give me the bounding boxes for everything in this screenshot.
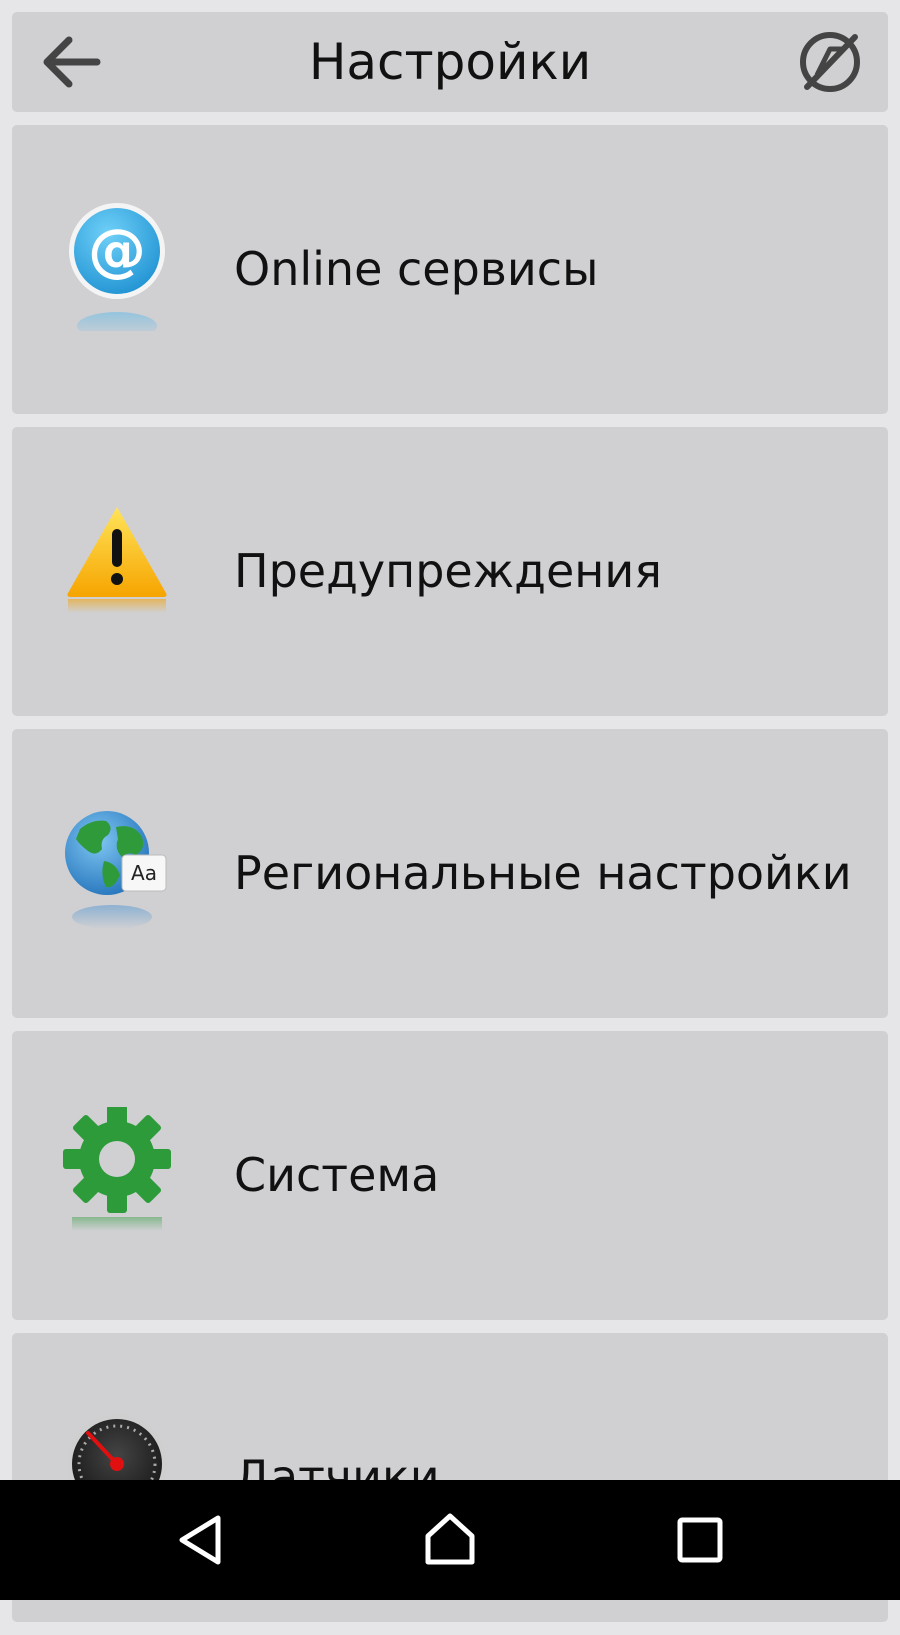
- svg-text:Aa: Aa: [131, 861, 157, 885]
- page-title: Настройки: [308, 33, 592, 91]
- top-bar: Настройки: [12, 12, 888, 112]
- system-navigation-bar: [0, 1480, 900, 1600]
- at-sign-icon: @: [69, 203, 165, 331]
- menu-item-online-services[interactable]: @ Online сервисы: [12, 125, 888, 414]
- nav-recents-button[interactable]: [658, 1498, 742, 1582]
- nav-back-button[interactable]: [158, 1498, 242, 1582]
- back-button[interactable]: [34, 26, 106, 98]
- gear-icon: [63, 1107, 171, 1231]
- menu-item-system[interactable]: Система: [12, 1031, 888, 1320]
- recents-square-icon: [677, 1517, 723, 1563]
- map-off-button[interactable]: [794, 26, 866, 98]
- menu-item-label: Система: [234, 1148, 440, 1202]
- menu-item-label: Online сервисы: [234, 242, 599, 296]
- back-triangle-icon: [179, 1515, 221, 1565]
- settings-list: @ Online сервисы Предупреждения Aa Регио…: [12, 125, 888, 1635]
- home-icon: [425, 1513, 475, 1565]
- svg-text:@: @: [88, 216, 146, 284]
- menu-item-label: Региональные настройки: [234, 846, 852, 900]
- menu-item-warnings[interactable]: Предупреждения: [12, 427, 888, 716]
- menu-item-label: Предупреждения: [234, 544, 662, 598]
- warning-icon: [67, 507, 167, 613]
- map-off-icon: [800, 32, 860, 92]
- menu-item-regional-settings[interactable]: Aa Региональные настройки: [12, 729, 888, 1018]
- arrow-left-icon: [43, 36, 101, 88]
- globe-language-icon: Aa: [65, 811, 167, 929]
- nav-home-button[interactable]: [408, 1498, 492, 1582]
